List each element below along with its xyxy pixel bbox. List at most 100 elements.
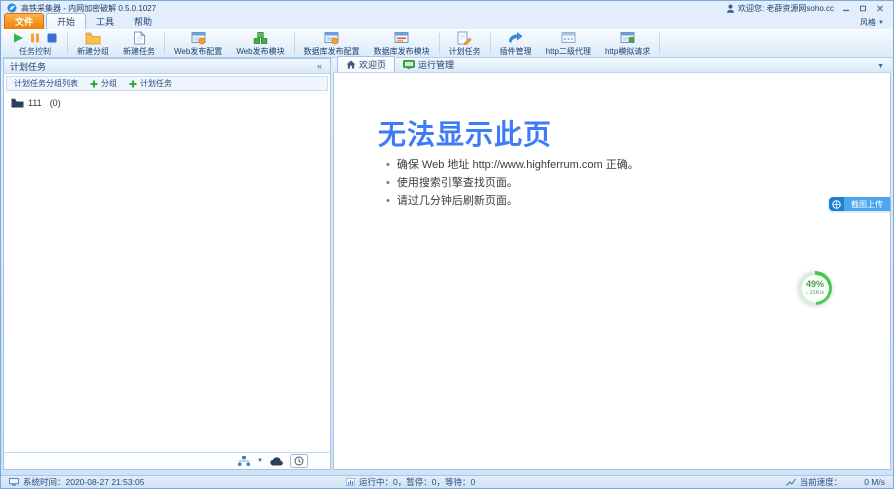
pause-task-button[interactable] bbox=[28, 31, 42, 45]
user-icon bbox=[726, 4, 735, 13]
titlebar: 高铁采集器 - 内网加密破解 0.5.0.1027 欢迎您: 老薛资源网soho… bbox=[1, 1, 893, 15]
error-tip: 请过几分钟后刷新页面。 bbox=[386, 195, 639, 207]
minimize-icon bbox=[842, 5, 850, 12]
maximize-icon bbox=[859, 5, 867, 12]
sitemap-icon bbox=[238, 456, 250, 466]
menu-tabbar: 文件 开始 工具 帮助 风格 ▼ bbox=[1, 15, 893, 29]
web-publish-module-icon bbox=[253, 31, 268, 45]
ribbon-separator bbox=[294, 33, 295, 54]
plugin-manager-button[interactable]: 插件管理 bbox=[493, 30, 539, 57]
stop-task-button[interactable] bbox=[45, 31, 59, 45]
ribbon-separator bbox=[164, 33, 165, 54]
document-tabbar: 欢迎页 运行管理 ▼ bbox=[333, 58, 891, 73]
panel-collapse-button[interactable]: « bbox=[315, 61, 324, 71]
http-proxy-button[interactable]: http二级代理 bbox=[539, 30, 598, 57]
task-control-group: 任务控制 bbox=[5, 30, 65, 57]
button-label: Web发布配置 bbox=[174, 46, 222, 57]
progress-speed: ↓ 21K/s bbox=[806, 289, 825, 295]
add-schedule-task-button[interactable]: 计划任务 bbox=[129, 78, 172, 89]
clock-icon bbox=[294, 456, 304, 466]
tab-help[interactable]: 帮助 bbox=[124, 14, 162, 29]
run-stats-text: 运行中：0，暂停：0，等待：0 bbox=[359, 476, 475, 488]
button-label: 新建分组 bbox=[77, 46, 109, 57]
welcome-text: 欢迎您: 老薛资源网soho.cc bbox=[738, 3, 834, 14]
play-icon bbox=[12, 32, 24, 44]
network-speed: 当前速度： 0 M/s bbox=[786, 476, 885, 488]
web-publish-config-button[interactable]: Web发布配置 bbox=[167, 30, 229, 57]
button-label: 新建任务 bbox=[123, 46, 155, 57]
chevron-down-icon[interactable]: ▼ bbox=[257, 458, 263, 464]
tab-welcome-page[interactable]: 欢迎页 bbox=[337, 56, 395, 72]
app-logo-icon bbox=[7, 3, 17, 13]
new-task-button[interactable]: 新建任务 bbox=[116, 30, 162, 57]
minimize-button[interactable] bbox=[839, 3, 853, 13]
error-tips-list: 确保 Web 地址 http://www.highferrum.com 正确。 … bbox=[386, 159, 639, 213]
tab-file[interactable]: 文件 bbox=[4, 13, 44, 29]
tab-tools[interactable]: 工具 bbox=[86, 14, 124, 29]
plus-icon bbox=[90, 80, 98, 88]
group-view-button[interactable] bbox=[238, 456, 250, 466]
ribbon-separator bbox=[67, 33, 68, 54]
bar-chart-icon bbox=[346, 478, 355, 486]
statusbar: 系统时间：2020-08-27 21:53:05 运行中：0，暂停：0，等待：0… bbox=[1, 475, 893, 488]
db-publish-config-button[interactable]: 数据库发布配置 bbox=[297, 30, 367, 57]
tree-item-count: (0) bbox=[50, 98, 61, 108]
new-group-button[interactable]: 新建分组 bbox=[70, 30, 116, 57]
folder-icon bbox=[11, 98, 24, 108]
web-publish-module-button[interactable]: Web发布模块 bbox=[229, 30, 291, 57]
db-publish-module-button[interactable]: 数据库发布模块 bbox=[367, 30, 437, 57]
progress-inner: 49% ↓ 21K/s bbox=[802, 275, 829, 302]
run-stats: 运行中：0，暂停：0，等待：0 bbox=[346, 476, 475, 488]
http-request-icon bbox=[620, 31, 635, 45]
speed-value: 0 M/s bbox=[864, 477, 885, 487]
schedule-clock-button[interactable] bbox=[290, 454, 308, 468]
app-window: 高铁采集器 - 内网加密破解 0.5.0.1027 欢迎您: 老薛资源网soho… bbox=[0, 0, 894, 489]
stop-icon bbox=[46, 32, 58, 44]
cloud-icon bbox=[270, 457, 283, 466]
maximize-button[interactable] bbox=[856, 3, 870, 13]
plus-icon bbox=[129, 80, 137, 88]
main-area: 欢迎页 运行管理 ▼ 无法显示此页 确保 Web 地址 http://www.h… bbox=[333, 58, 891, 470]
ribbon-separator bbox=[490, 33, 491, 54]
upload-badge-label: 截图上传 bbox=[844, 197, 890, 211]
button-label: 计划任务 bbox=[449, 46, 481, 57]
welcome-page-content: 无法显示此页 确保 Web 地址 http://www.highferrum.c… bbox=[333, 73, 891, 470]
signal-icon bbox=[786, 478, 796, 486]
download-progress-ring: 49% ↓ 21K/s bbox=[798, 271, 832, 305]
panel-title: 计划任务 bbox=[10, 60, 46, 73]
plugin-manager-icon bbox=[508, 31, 523, 45]
style-label: 风格 bbox=[860, 17, 876, 28]
tab-run-management[interactable]: 运行管理 bbox=[395, 57, 462, 72]
welcome-user: 欢迎您: 老薛资源网soho.cc bbox=[726, 3, 834, 14]
schedule-group-tree: 111 (0) bbox=[4, 93, 330, 452]
http-proxy-icon bbox=[561, 31, 576, 45]
db-publish-config-icon bbox=[324, 31, 339, 45]
close-icon bbox=[876, 5, 884, 12]
screenshot-upload-badge[interactable]: 截图上传 bbox=[829, 197, 890, 211]
task-control-buttons bbox=[11, 31, 59, 45]
schedule-task-button[interactable]: 计划任务 bbox=[442, 30, 488, 57]
monitor-icon bbox=[403, 60, 415, 70]
add-group-label: 分组 bbox=[101, 78, 117, 89]
start-task-button[interactable] bbox=[11, 31, 25, 45]
close-button[interactable] bbox=[873, 3, 887, 13]
cloud-button[interactable] bbox=[270, 457, 283, 466]
tree-item[interactable]: 111 (0) bbox=[11, 98, 323, 108]
style-dropdown-button[interactable]: 风格 ▼ bbox=[854, 16, 890, 29]
task-control-label: 任务控制 bbox=[19, 46, 51, 57]
http-request-button[interactable]: http模拟请求 bbox=[598, 30, 657, 57]
button-label: http模拟请求 bbox=[605, 46, 650, 57]
ribbon-separator bbox=[659, 33, 660, 54]
tab-home[interactable]: 开始 bbox=[46, 13, 86, 29]
ribbon-separator bbox=[439, 33, 440, 54]
ribbon-toolbar: 任务控制 新建分组 新建任务 Web发布配置 Web发布模块 bbox=[2, 29, 892, 58]
button-label: 插件管理 bbox=[500, 46, 532, 57]
db-publish-module-icon bbox=[394, 31, 409, 45]
group-list-label: 计划任务分组列表 bbox=[14, 78, 78, 89]
tab-label: 运行管理 bbox=[418, 58, 454, 71]
window-controls bbox=[839, 3, 887, 13]
add-group-button[interactable]: 分组 bbox=[90, 78, 117, 89]
tab-list-dropdown[interactable]: ▼ bbox=[874, 63, 887, 72]
schedule-panel-header: 计划任务 « bbox=[4, 59, 330, 74]
window-title: 高铁采集器 - 内网加密破解 0.5.0.1027 bbox=[21, 3, 156, 14]
